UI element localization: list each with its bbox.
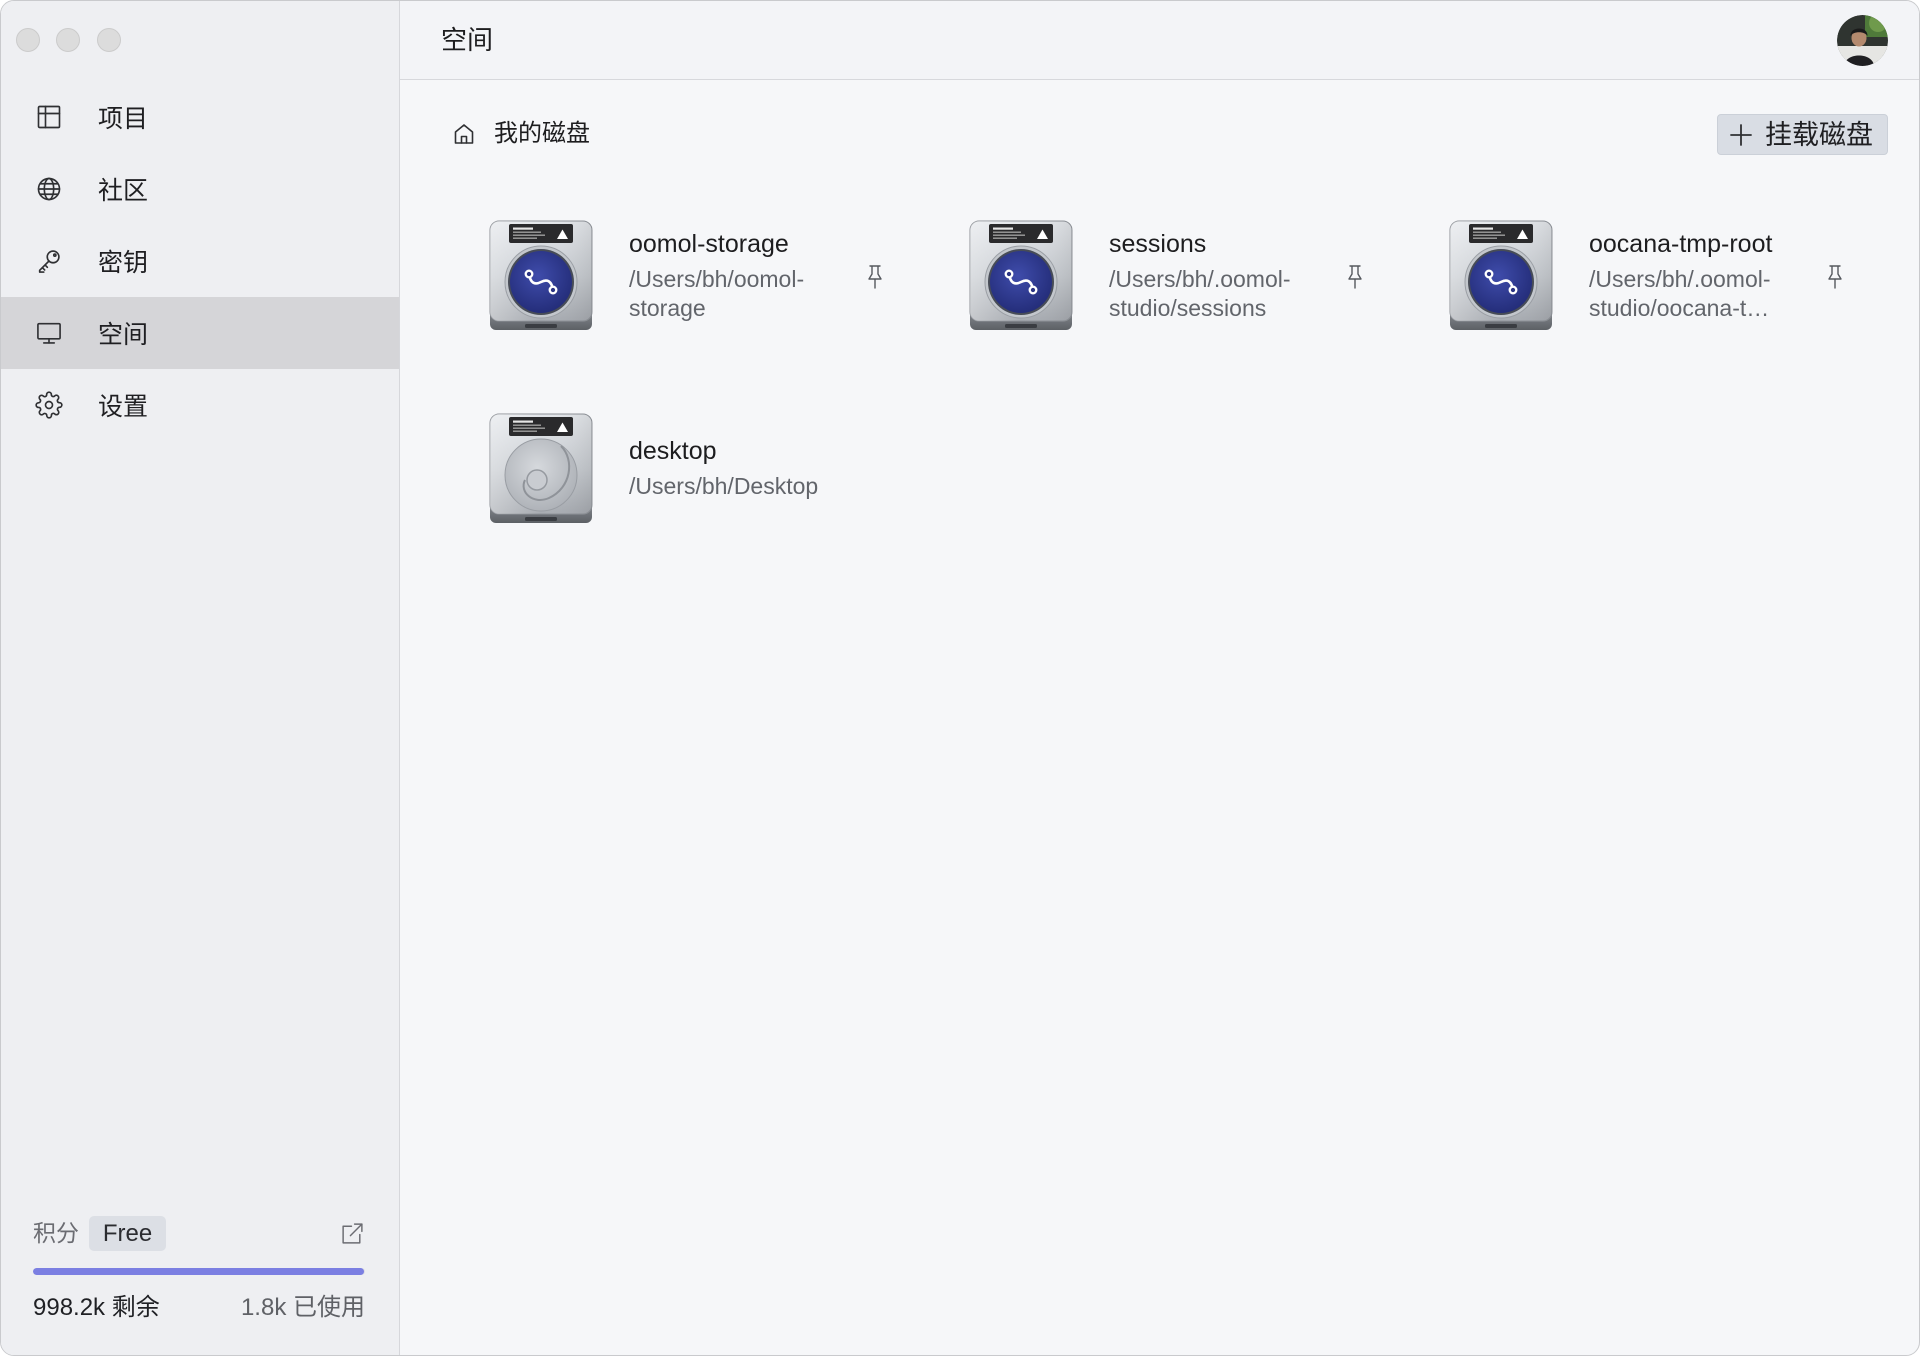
hard-drive-icon xyxy=(487,412,595,525)
sidebar: 项目 社区 密钥 空间 设置 积分 Free 998.2k 剩余 1.8k 已使… xyxy=(1,1,400,1355)
disk-name: oomol-storage xyxy=(629,229,789,258)
sidebar-nav: 项目 社区 密钥 空间 设置 xyxy=(1,81,399,441)
key-icon xyxy=(35,247,63,275)
sidebar-item-settings[interactable]: 设置 xyxy=(1,369,399,441)
layout-icon xyxy=(35,103,63,131)
sidebar-item-space[interactable]: 空间 xyxy=(1,297,399,369)
hard-drive-app-icon xyxy=(487,219,595,332)
disk-path: /Users/bh/Desktop xyxy=(629,473,819,499)
close-button[interactable] xyxy=(16,28,40,52)
disk-name: oocana-tmp-root xyxy=(1589,229,1773,258)
disk-info: sessions /Users/bh/.oomol-studio/session… xyxy=(1109,229,1329,323)
disk-card[interactable]: oomol-storage /Users/bh/oomol-storage xyxy=(487,219,907,332)
gear-icon xyxy=(35,391,63,419)
disk-path: /Users/bh/.oomol-studio/sessions xyxy=(1109,265,1291,321)
credits-remaining: 998.2k 剩余 xyxy=(33,1294,160,1322)
disk-card[interactable]: sessions /Users/bh/.oomol-studio/session… xyxy=(967,219,1387,332)
disk-name: desktop xyxy=(629,437,717,465)
sidebar-item-label: 空间 xyxy=(98,321,149,349)
monitor-icon xyxy=(35,319,63,347)
page-header: 空间 xyxy=(400,1,1919,80)
user-avatar-icon[interactable] xyxy=(1837,15,1888,66)
sidebar-item-keys[interactable]: 密钥 xyxy=(1,225,399,297)
disk-card[interactable]: desktop /Users/bh/Desktop xyxy=(487,412,907,525)
credits-used: 1.8k 已使用 xyxy=(241,1294,365,1322)
disk-info: desktop /Users/bh/Desktop xyxy=(629,436,849,501)
home-icon xyxy=(452,122,476,146)
breadcrumb-label: 我的磁盘 xyxy=(494,120,590,147)
credits-progress-fill xyxy=(33,1268,365,1275)
sidebar-item-label: 设置 xyxy=(98,393,149,421)
page-title: 空间 xyxy=(441,25,494,55)
credits-used-value: 1.8k xyxy=(240,1294,287,1321)
pin-icon[interactable] xyxy=(1346,263,1364,291)
disk-path: /Users/bh/.oomol-studio/oocana-t… xyxy=(1589,265,1771,321)
credits-label: 积分 xyxy=(33,1220,79,1246)
sidebar-item-label: 社区 xyxy=(98,177,149,205)
pin-icon[interactable] xyxy=(1826,263,1844,291)
hard-drive-app-icon xyxy=(967,219,1075,332)
disk-name: sessions xyxy=(1109,229,1207,258)
pin-icon[interactable] xyxy=(866,263,884,291)
globe-icon xyxy=(35,175,63,203)
disk-card[interactable]: oocana-tmp-root /Users/bh/.oomol-studio/… xyxy=(1447,219,1867,332)
disk-info: oomol-storage /Users/bh/oomol-storage xyxy=(629,229,849,323)
hard-drive-app-icon xyxy=(1447,219,1555,332)
disk-info: oocana-tmp-root /Users/bh/.oomol-studio/… xyxy=(1589,229,1809,323)
app-window: 项目 社区 密钥 空间 设置 积分 Free 998.2k 剩余 1.8k 已使… xyxy=(0,0,1920,1356)
sidebar-item-label: 密钥 xyxy=(98,249,149,277)
external-link-icon[interactable] xyxy=(340,1221,365,1246)
sidebar-item-community[interactable]: 社区 xyxy=(1,153,399,225)
disk-path: /Users/bh/oomol-storage xyxy=(629,265,805,321)
credits-used-label: 已使用 xyxy=(293,1294,365,1321)
credits-remaining-value: 998.2k xyxy=(33,1294,106,1321)
mount-disk-label: 挂载磁盘 xyxy=(1765,119,1873,150)
zoom-button[interactable] xyxy=(97,28,121,52)
minimize-button[interactable] xyxy=(56,28,80,52)
plus-icon xyxy=(1729,123,1753,147)
sidebar-item-label: 项目 xyxy=(98,105,149,133)
credits-remaining-label: 剩余 xyxy=(111,1294,160,1321)
breadcrumb-home[interactable]: 我的磁盘 xyxy=(452,120,590,148)
sidebar-item-projects[interactable]: 项目 xyxy=(1,81,399,153)
plan-badge: Free xyxy=(89,1216,166,1251)
mount-disk-button[interactable]: 挂载磁盘 xyxy=(1717,114,1888,155)
credits-progress-bar xyxy=(33,1268,365,1275)
